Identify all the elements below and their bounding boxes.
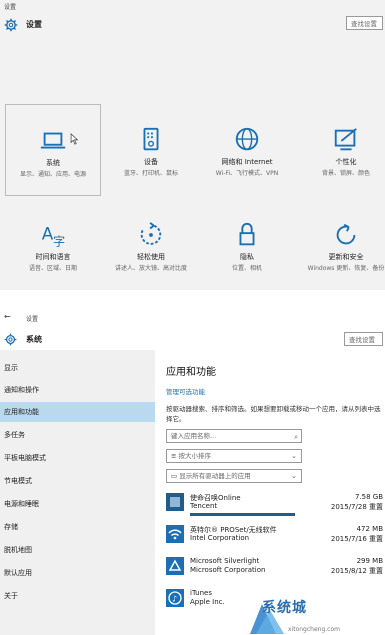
drive-filter-label: 显示所有驱动器上的应用 — [179, 472, 251, 480]
gear-icon — [4, 18, 18, 32]
apps-features-pane: 应用和功能 管理可选功能 按驱动器搜索、排序和筛选。如果想要卸载或移动一个应用，… — [155, 350, 385, 635]
app-date: 2015/7/16 重置 — [330, 535, 383, 543]
sort-label: 按大小排序 — [178, 452, 212, 460]
update-icon — [336, 223, 356, 245]
app-publisher: Intel Corporation — [190, 534, 250, 542]
tile-ease-of-access[interactable]: 轻松使用 讲述人、放大镜、高对比度 — [103, 205, 199, 297]
app-name: Microsoft Silverlight — [190, 557, 260, 565]
search-input[interactable]: 查找设置 — [346, 16, 383, 30]
app-size: 472 MB — [356, 525, 383, 533]
cursor-icon — [70, 133, 79, 145]
page-title: 设置 — [26, 20, 42, 29]
sidebar-item-default-apps[interactable]: 默认应用 — [0, 563, 155, 583]
sidebar-item-multitasking[interactable]: 多任务 — [0, 425, 155, 445]
silverlight-icon — [166, 557, 184, 575]
app-size-bar — [190, 513, 295, 516]
drive-filter-dropdown[interactable]: ▭ 显示所有驱动器上的应用 ⌄ — [166, 469, 302, 483]
tile-system[interactable]: 系统 显示、通知、应用、电源 — [5, 104, 101, 196]
time-language-icon: A 字 — [42, 224, 65, 249]
svg-text:♪: ♪ — [172, 595, 177, 604]
tile-description: Windows 更新、恢复、备份 — [307, 265, 385, 272]
tile-title: 时间和语言 — [35, 253, 71, 261]
wifi-icon — [166, 525, 184, 543]
tile-title: 系统 — [46, 159, 60, 167]
tile-title: 网络和 Internet — [221, 158, 273, 166]
chevron-down-icon: ⌄ — [291, 452, 297, 460]
app-size: 299 MB — [356, 557, 383, 565]
chevron-down-icon: ⌄ — [291, 472, 297, 480]
section-description: 按驱动器搜索、排序和筛选。如果想要卸载或移动一个应用，请从列表中选择它。 — [166, 405, 381, 423]
tile-time-language[interactable]: A 字 时间和语言 语音、区域、日期 — [5, 205, 101, 297]
personalize-icon — [334, 128, 357, 151]
tile-title: 个性化 — [335, 158, 357, 166]
settings-home-window: 设置 设置 查找设置 系统 显示、通知、应用、电源 设备 蓝牙、打印机、鼠标 网… — [0, 0, 385, 290]
sidebar-item-power-sleep[interactable]: 电源和睡眠 — [0, 494, 155, 514]
app-search-input[interactable]: 键入应用名称... ⌕ — [166, 429, 302, 443]
itunes-icon: ♪ — [166, 589, 184, 607]
globe-icon — [235, 127, 259, 151]
sidebar-item-battery-saver[interactable]: 节电模式 — [0, 471, 155, 491]
game-icon — [166, 493, 184, 511]
tile-title: 隐私 — [240, 253, 254, 261]
accessibility-icon — [140, 222, 162, 245]
tile-title: 轻松使用 — [137, 253, 165, 261]
tile-description: 讲述人、放大镜、高对比度 — [114, 265, 187, 272]
manage-optional-features-link[interactable]: 管理可选功能 — [166, 386, 205, 396]
sidebar: 显示 通知和操作 应用和功能 多任务 平板电脑模式 节电模式 电源和睡眠 存储 … — [0, 350, 155, 635]
sidebar-item-about[interactable]: 关于 — [0, 586, 155, 606]
app-name: iTunes — [190, 589, 212, 597]
app-list-item[interactable]: Microsoft Silverlight Microsoft Corporat… — [166, 555, 385, 587]
window-title: 设置 — [26, 316, 39, 323]
tile-description: 背景、锁屏、颜色 — [321, 170, 370, 177]
sidebar-item-notifications[interactable]: 通知和操作 — [0, 380, 155, 400]
svg-text:A: A — [42, 224, 54, 244]
tile-devices[interactable]: 设备 蓝牙、打印机、鼠标 — [103, 104, 199, 196]
back-arrow-icon[interactable]: ← — [4, 312, 11, 321]
app-size: 7.58 GB — [354, 493, 383, 501]
sidebar-item-offline-maps[interactable]: 脱机地图 — [0, 540, 155, 560]
sidebar-item-tablet-mode[interactable]: 平板电脑模式 — [0, 448, 155, 468]
lock-icon — [239, 222, 255, 246]
search-input[interactable]: 查找设置 — [344, 332, 383, 346]
sidebar-item-storage[interactable]: 存储 — [0, 517, 155, 537]
svg-text:字: 字 — [53, 233, 65, 248]
sidebar-item-apps[interactable]: 应用和功能 — [0, 402, 155, 422]
tile-personalization[interactable]: 个性化 背景、锁屏、颜色 — [298, 104, 385, 196]
tile-description: 语音、区域、日期 — [28, 265, 77, 272]
app-publisher: Tencent — [190, 502, 218, 510]
page-title: 系统 — [26, 335, 42, 344]
app-list-item[interactable]: 使命召唤Online Tencent 7.58 GB 2015/7/28 重置 — [166, 491, 385, 523]
laptop-icon — [40, 132, 66, 149]
gear-icon — [4, 333, 17, 346]
title-bar: ← 设置 — [0, 310, 385, 326]
app-list-item[interactable]: 英特尔® PROSet/无线软件 Intel Corporation 472 M… — [166, 523, 385, 555]
tile-description: 位置、相机 — [231, 265, 262, 272]
sidebar-item-display[interactable]: 显示 — [0, 358, 155, 378]
app-date: 2015/7/28 重置 — [330, 503, 383, 511]
section-heading: 应用和功能 — [166, 367, 216, 378]
tile-title: 更新和安全 — [328, 253, 364, 261]
tile-description: 显示、通知、应用、电源 — [19, 171, 86, 178]
tile-privacy[interactable]: 隐私 位置、相机 — [199, 205, 295, 297]
sort-icon: ≡ — [171, 452, 177, 460]
app-search-placeholder: 键入应用名称... — [171, 432, 217, 440]
sort-dropdown[interactable]: ≡ 按大小排序 ⌄ — [166, 449, 302, 463]
tile-title: 设备 — [144, 158, 158, 166]
watermark-text: 系统城 — [262, 600, 307, 616]
tile-description: Wi-Fi、飞行模式、VPN — [215, 170, 279, 177]
search-icon: ⌕ — [294, 433, 298, 441]
tile-description: 蓝牙、打印机、鼠标 — [123, 170, 178, 177]
app-date: 2015/8/12 重置 — [330, 567, 383, 575]
system-settings-window: ← 设置 系统 查找设置 显示 通知和操作 应用和功能 多任务 平板电脑模式 节… — [0, 310, 385, 635]
app-publisher: Apple Inc. — [190, 598, 225, 606]
devices-icon — [143, 127, 159, 151]
tile-update-security[interactable]: 更新和安全 Windows 更新、恢复、备份 — [298, 205, 385, 297]
drive-icon: ▭ — [171, 472, 178, 480]
tile-network[interactable]: 网络和 Internet Wi-Fi、飞行模式、VPN — [199, 104, 295, 196]
app-publisher: Microsoft Corporation — [190, 566, 266, 574]
watermark-url: xitongcheng.com — [288, 626, 340, 633]
window-title: 设置 — [4, 4, 17, 11]
